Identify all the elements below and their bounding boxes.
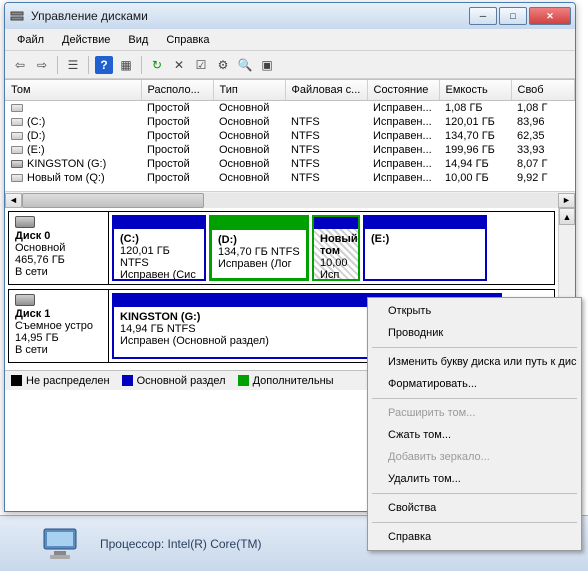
settings-icon[interactable]: ⚙ — [214, 56, 232, 74]
view-icon[interactable]: ▣ — [258, 56, 276, 74]
tree-icon[interactable]: ☰ — [64, 56, 82, 74]
disk-icon — [15, 294, 35, 306]
table-row[interactable]: ПростойОсновнойИсправен...1,08 ГБ1,08 Г — [5, 101, 575, 116]
col-layout[interactable]: Располо... — [141, 80, 213, 101]
col-status[interactable]: Состояние — [367, 80, 439, 101]
partition[interactable]: Новый том10,00Исп — [312, 215, 360, 281]
scroll-left-icon[interactable]: ◄ — [5, 193, 22, 208]
toolbar: ⇦ ⇨ ☰ ? ▦ ↻ ✕ ☑ ⚙ 🔍 ▣ — [5, 51, 575, 79]
computer-icon — [40, 527, 80, 561]
properties-icon[interactable]: ☑ — [192, 56, 210, 74]
scroll-thumb[interactable] — [22, 193, 204, 208]
forward-icon[interactable]: ⇨ — [33, 56, 51, 74]
maximize-button[interactable]: □ — [499, 7, 527, 25]
context-menu: Открыть Проводник Изменить букву диска и… — [367, 297, 582, 551]
partition[interactable]: (D:)134,70 ГБ NTFSИсправен (Лог — [209, 215, 309, 281]
table-row[interactable]: (C:)ПростойОсновнойNTFSИсправен...120,01… — [5, 115, 575, 129]
ctx-open[interactable]: Открыть — [370, 300, 579, 322]
search-icon[interactable]: 🔍 — [236, 56, 254, 74]
ctx-mirror: Добавить зеркало... — [370, 446, 579, 468]
col-fs[interactable]: Файловая с... — [285, 80, 367, 101]
menu-view[interactable]: Вид — [120, 31, 156, 49]
partition-strip: (C:)120,01 ГБ NTFSИсправен (Сис(D:)134,7… — [109, 212, 554, 284]
menu-file[interactable]: Файл — [9, 31, 52, 49]
drive-icon — [11, 174, 23, 182]
list-icon[interactable]: ▦ — [117, 56, 135, 74]
disk-row: Диск 0Основной465,76 ГБВ сети(C:)120,01 … — [8, 211, 555, 285]
drive-icon — [11, 104, 23, 112]
scroll-right-icon[interactable]: ► — [558, 193, 575, 208]
volume-table[interactable]: Том Располо... Тип Файловая с... Состоян… — [5, 80, 575, 185]
ctx-shrink[interactable]: Сжать том... — [370, 424, 579, 446]
legend-primary: Основной раздел — [122, 375, 226, 387]
col-type[interactable]: Тип — [213, 80, 285, 101]
disk-info[interactable]: Диск 0Основной465,76 ГБВ сети — [9, 212, 109, 284]
close-button[interactable]: ✕ — [529, 7, 571, 25]
ctx-format[interactable]: Форматировать... — [370, 373, 579, 395]
table-row[interactable]: Новый том (Q:)ПростойОсновнойNTFSИсправе… — [5, 171, 575, 185]
col-capacity[interactable]: Емкость — [439, 80, 511, 101]
app-icon — [9, 8, 25, 24]
menubar: Файл Действие Вид Справка — [5, 29, 575, 51]
drive-icon — [11, 160, 23, 168]
disk-info[interactable]: Диск 1Съемное устро14,95 ГБВ сети — [9, 290, 109, 362]
partition[interactable]: (C:)120,01 ГБ NTFSИсправен (Сис — [112, 215, 206, 281]
table-row[interactable]: KINGSTON (G:)ПростойОсновнойNTFSИсправен… — [5, 157, 575, 171]
ctx-explorer[interactable]: Проводник — [370, 322, 579, 344]
table-row[interactable]: (D:)ПростойОсновнойNTFSИсправен...134,70… — [5, 129, 575, 143]
drive-icon — [11, 146, 23, 154]
col-volume[interactable]: Том — [5, 80, 141, 101]
drive-icon — [11, 132, 23, 140]
help-icon[interactable]: ? — [95, 56, 113, 74]
menu-help[interactable]: Справка — [158, 31, 217, 49]
disk-icon — [15, 216, 35, 228]
horizontal-scrollbar[interactable]: ◄ ► — [5, 191, 575, 208]
menu-action[interactable]: Действие — [54, 31, 118, 49]
ctx-delete[interactable]: Удалить том... — [370, 468, 579, 490]
ctx-help[interactable]: Справка — [370, 526, 579, 548]
delete-icon[interactable]: ✕ — [170, 56, 188, 74]
ctx-properties[interactable]: Свойства — [370, 497, 579, 519]
titlebar[interactable]: Управление дисками ─ □ ✕ — [5, 3, 575, 29]
minimize-button[interactable]: ─ — [469, 7, 497, 25]
table-header-row: Том Располо... Тип Файловая с... Состоян… — [5, 80, 575, 101]
legend-unallocated: Не распределен — [11, 375, 110, 387]
window-title: Управление дисками — [31, 9, 469, 23]
table-row[interactable]: (E:)ПростойОсновнойNTFSИсправен...199,96… — [5, 143, 575, 157]
legend-extended: Дополнительны — [238, 375, 334, 387]
cpu-info: Процессор: Intel(R) Core(TM) — [100, 537, 262, 551]
back-icon[interactable]: ⇦ — [11, 56, 29, 74]
ctx-extend: Расширить том... — [370, 402, 579, 424]
partition[interactable]: (E:) — [363, 215, 487, 281]
drive-icon — [11, 118, 23, 126]
scroll-up-icon[interactable]: ▲ — [559, 208, 575, 225]
ctx-change-letter[interactable]: Изменить букву диска или путь к дис — [370, 351, 579, 373]
refresh-icon[interactable]: ↻ — [148, 56, 166, 74]
col-free[interactable]: Своб — [511, 80, 575, 101]
